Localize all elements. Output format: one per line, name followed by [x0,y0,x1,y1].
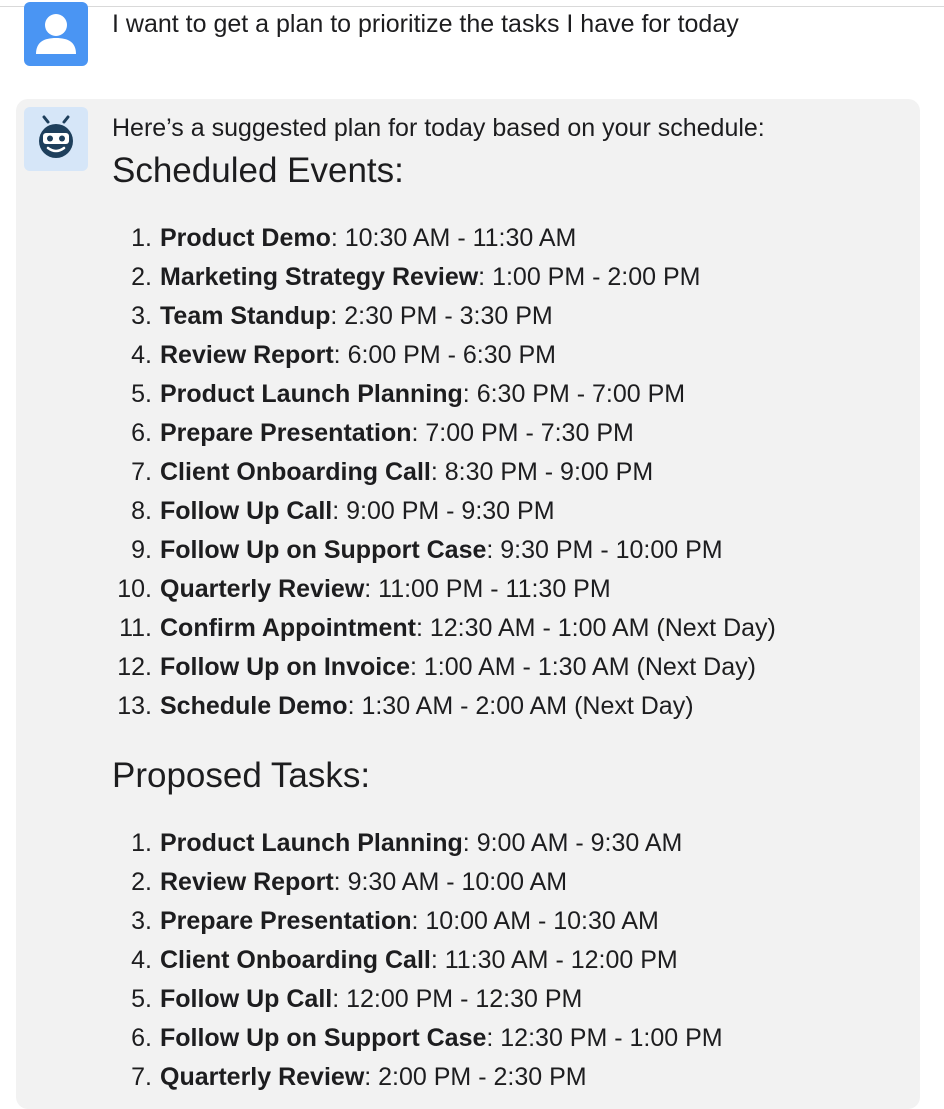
scheduled-event-item: 5. Product Launch Planning: 6:30 PM - 7:0… [112,377,912,416]
proposed-task-item: 3. Prepare Presentation: 10:00 AM - 10:30… [112,904,912,943]
list-item-title: Confirm Appointment [160,614,416,642]
list-item-time: : 11:30 AM - 12:00 PM [430,946,678,974]
assistant-message-content: Here’s a suggested plan for today based … [112,111,912,1099]
list-item-time: : 9:00 PM - 9:30 PM [332,497,555,525]
scheduled-event-item: 7. Client Onboarding Call: 8:30 PM - 9:00… [112,455,912,494]
list-item-title: Schedule Demo [160,692,348,720]
robot-avatar-icon [24,107,88,171]
list-item-number: 7. [131,1063,152,1091]
list-item-title: Product Demo [160,224,331,252]
list-item-time: : 2:30 PM - 3:30 PM [330,302,553,330]
list-item-number: 13. [117,692,152,720]
user-message-text: I want to get a plan to prioritize the t… [112,10,739,38]
list-item-number: 8. [131,497,152,525]
list-item-title: Follow Up Call [160,497,333,525]
list-item-time: : 12:30 AM - 1:00 AM (Next Day) [415,614,776,642]
proposed-task-item: 2. Review Report: 9:30 AM - 10:00 AM [112,865,912,904]
list-item-number: 10. [117,575,152,603]
list-item-title: Follow Up on Invoice [160,653,410,681]
scheduled-event-item: 8. Follow Up Call: 9:00 PM - 9:30 PM [112,494,912,533]
list-item-number: 1. [131,224,152,252]
list-item-title: Team Standup [160,302,331,330]
list-item-time: : 10:30 AM - 11:30 AM [330,224,577,252]
scheduled-event-item: 6. Prepare Presentation: 7:00 PM - 7:30 P… [112,416,912,455]
list-item-number: 1. [131,829,152,857]
list-item-title: Product Launch Planning [160,829,463,857]
list-item-title: Client Onboarding Call [160,458,431,486]
list-item-time: : 6:30 PM - 7:00 PM [462,380,686,408]
list-item-time: : 12:00 PM - 12:30 PM [332,985,583,1013]
list-item-time: : 7:00 PM - 7:30 PM [411,419,634,447]
list-item-time: : 2:00 PM - 2:30 PM [364,1063,587,1091]
scheduled-event-item: 9. Follow Up on Support Case: 9:30 PM - 1… [112,533,912,572]
scheduled-event-item: 2. Marketing Strategy Review: 1:00 PM - 2… [112,260,912,299]
list-item-number: 5. [131,985,152,1013]
proposed-task-item: 5. Follow Up Call: 12:00 PM - 12:30 PM [112,982,912,1021]
list-item-title: Review Report [160,868,334,896]
list-item-time: : 6:00 PM - 6:30 PM [333,341,556,369]
scheduled-events-heading: Scheduled Events: [112,151,404,190]
assistant-message: Here’s a suggested plan for today based … [16,99,920,1109]
list-item-time: : 1:00 PM - 2:00 PM [478,263,701,291]
scheduled-event-item: 13. Schedule Demo: 1:30 AM - 2:00 AM (Nex… [112,689,912,728]
list-item-number: 6. [131,1024,152,1052]
list-item-time: : 12:30 PM - 1:00 PM [486,1024,723,1052]
scheduled-event-item: 10. Quarterly Review: 11:00 PM - 11:30 PM [112,572,912,611]
proposed-task-item: 6. Follow Up on Support Case: 12:30 PM - … [112,1021,912,1060]
list-item-title: Review Report [160,341,334,369]
list-item-number: 2. [131,263,152,291]
proposed-task-item: 4. Client Onboarding Call: 11:30 AM - 12:… [112,943,912,982]
list-item-title: Quarterly Review [160,575,365,603]
list-item-number: 12. [117,653,152,681]
list-item-title: Product Launch Planning [160,380,463,408]
list-item-number: 6. [131,419,152,447]
list-item-number: 7. [131,458,152,486]
list-item-title: Follow Up on Support Case [160,536,487,564]
list-item-number: 5. [131,380,152,408]
proposed-task-item: 1. Product Launch Planning: 9:00 AM - 9:3… [112,826,912,865]
list-item-number: 11. [119,614,152,642]
scheduled-events-list: 1. Product Demo: 10:30 AM - 11:30 AM 2. Mar… [112,221,912,728]
list-item-time: : 9:30 AM - 10:00 AM [333,868,568,896]
list-item-time: : 10:00 AM - 10:30 AM [411,907,659,935]
list-item-title: Follow Up Call [160,985,333,1013]
list-item-number: 9. [131,536,152,564]
list-item-time: : 11:00 PM - 11:30 PM [364,575,611,603]
list-item-title: Prepare Presentation [160,907,412,935]
list-item-title: Client Onboarding Call [160,946,431,974]
list-item-title: Marketing Strategy Review [160,263,479,291]
list-item-number: 3. [131,302,152,330]
proposed-tasks-heading: Proposed Tasks: [112,756,371,795]
list-item-number: 3. [131,907,152,935]
list-item-time: : 8:30 PM - 9:00 PM [430,458,654,486]
list-item-title: Quarterly Review [160,1063,365,1091]
list-item-time: : 1:00 AM - 1:30 AM (Next Day) [410,653,756,681]
list-item-title: Follow Up on Support Case [160,1024,487,1052]
list-item-number: 4. [131,341,152,369]
scheduled-event-item: 11. Confirm Appointment: 12:30 AM - 1:00 … [112,611,912,650]
scheduled-event-item: 12. Follow Up on Invoice: 1:00 AM - 1:30 … [112,650,912,689]
list-item-time: : 1:30 AM - 2:00 AM (Next Day) [347,692,694,720]
list-item-time: : 9:00 AM - 9:30 AM [462,829,683,857]
proposed-tasks-list: 1. Product Launch Planning: 9:00 AM - 9:3… [112,826,912,1099]
scheduled-event-item: 1. Product Demo: 10:30 AM - 11:30 AM [112,221,912,260]
user-avatar-icon [24,2,88,66]
assistant-intro: Here’s a suggested plan for today based … [112,114,765,142]
user-message: I want to get a plan to prioritize the t… [0,0,944,90]
list-item-number: 4. [131,946,152,974]
scheduled-event-item: 4. Review Report: 6:00 PM - 6:30 PM [112,338,912,377]
scheduled-event-item: 3. Team Standup: 2:30 PM - 3:30 PM [112,299,912,338]
list-item-title: Prepare Presentation [160,419,412,447]
list-item-number: 2. [131,868,152,896]
list-item-time: : 9:30 PM - 10:00 PM [486,536,723,564]
